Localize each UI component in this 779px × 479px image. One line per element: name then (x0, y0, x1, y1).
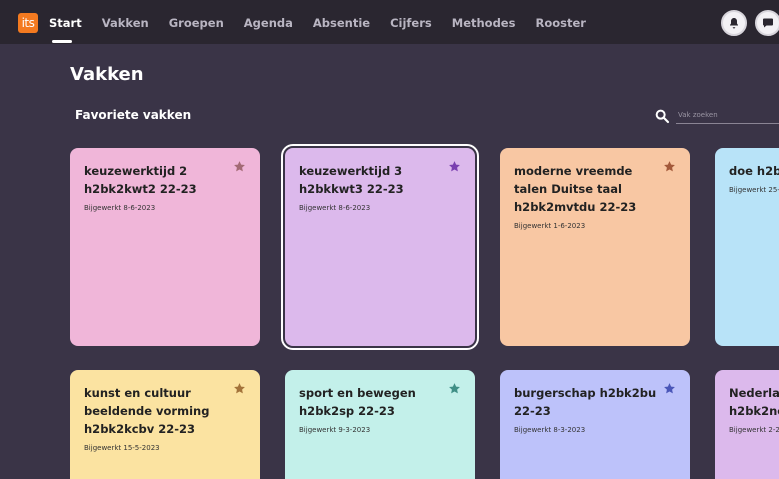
notifications-button[interactable] (721, 10, 747, 36)
course-updated-date: Bijgewerkt 1-6-2023 (514, 222, 586, 230)
course-title: keuzewerktijd 3 h2bkkwt3 22-23 (299, 164, 404, 196)
nav-item-agenda[interactable]: Agenda (244, 0, 293, 44)
star-icon[interactable] (448, 382, 461, 395)
course-card[interactable]: burgerschap h2bk2bu 22-23 Bijgewerkt 8-3… (500, 370, 690, 479)
course-title: doe h2bk (729, 164, 779, 178)
course-title: Nederlan h2bk2ne (729, 386, 779, 418)
page-title: Vakken (70, 64, 144, 85)
nav-item-rooster[interactable]: Rooster (535, 0, 585, 44)
course-card[interactable]: sport en bewegen h2bk2sp 22-23 Bijgewerk… (285, 370, 475, 479)
course-updated-date: Bijgewerkt 9-3-2023 (299, 426, 371, 434)
main-nav: Start Vakken Groepen Agenda Absentie Cij… (49, 0, 606, 44)
course-title: moderne vreemde talen Duitse taal h2bk2m… (514, 164, 637, 214)
course-card[interactable]: kunst en cultuur beeldende vorming h2bk2… (70, 370, 260, 479)
favorites-heading: Favoriete vakken (75, 108, 192, 122)
chat-icon (763, 18, 773, 28)
course-card[interactable]: Nederlan h2bk2ne Bijgewerkt 2-2 (715, 370, 779, 479)
course-updated-date: Bijgewerkt 15-5-2023 (84, 444, 160, 452)
star-icon[interactable] (233, 160, 246, 173)
course-card[interactable]: keuzewerktijd 3 h2bkkwt3 22-23 Bijgewerk… (281, 144, 479, 350)
search-icon[interactable] (654, 108, 670, 124)
course-updated-date: Bijgewerkt 25- (729, 186, 779, 194)
course-title: sport en bewegen h2bk2sp 22-23 (299, 386, 416, 418)
course-title: keuzewerktijd 2 h2bk2kwt2 22-23 (84, 164, 197, 196)
nav-item-cijfers[interactable]: Cijfers (390, 0, 432, 44)
bell-icon (730, 18, 738, 29)
search-input[interactable] (676, 107, 779, 124)
course-card[interactable]: doe h2bk Bijgewerkt 25- (715, 148, 779, 346)
course-updated-date: Bijgewerkt 8-3-2023 (514, 426, 586, 434)
its-logo[interactable]: its (18, 13, 38, 33)
star-icon[interactable] (663, 160, 676, 173)
star-icon[interactable] (663, 382, 676, 395)
messages-button[interactable] (755, 10, 779, 36)
star-icon[interactable] (233, 382, 246, 395)
course-updated-date: Bijgewerkt 2-2 (729, 426, 779, 434)
star-icon[interactable] (448, 160, 461, 173)
course-title: burgerschap h2bk2bu 22-23 (514, 386, 657, 418)
top-navigation-bar: its Start Vakken Groepen Agenda Absentie… (0, 0, 779, 44)
course-card[interactable]: moderne vreemde talen Duitse taal h2bk2m… (500, 148, 690, 346)
course-card[interactable]: keuzewerktijd 2 h2bk2kwt2 22-23 Bijgewer… (70, 148, 260, 346)
nav-item-absentie[interactable]: Absentie (313, 0, 370, 44)
course-title: kunst en cultuur beeldende vorming h2bk2… (84, 386, 210, 436)
nav-item-groepen[interactable]: Groepen (169, 0, 224, 44)
nav-item-start[interactable]: Start (49, 0, 82, 44)
course-updated-date: Bijgewerkt 8-6-2023 (299, 204, 371, 212)
nav-item-methodes[interactable]: Methodes (452, 0, 516, 44)
course-updated-date: Bijgewerkt 8-6-2023 (84, 204, 156, 212)
nav-item-vakken[interactable]: Vakken (102, 0, 149, 44)
